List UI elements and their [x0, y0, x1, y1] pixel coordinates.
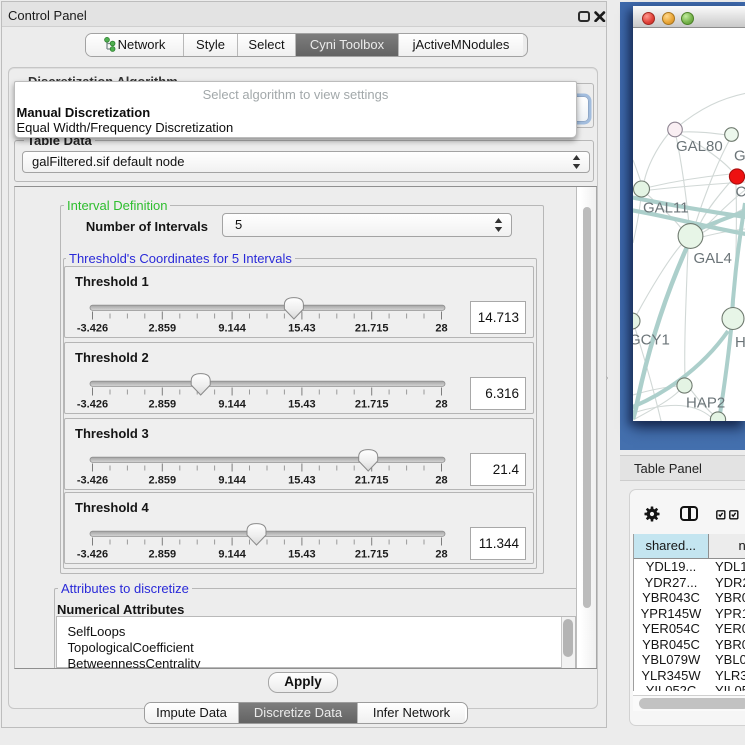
svg-text:-3.426: -3.426 — [77, 549, 108, 561]
svg-text:21.715: 21.715 — [355, 549, 389, 561]
svg-text:28: 28 — [435, 323, 447, 335]
svg-text:28: 28 — [435, 475, 447, 487]
svg-text:-3.426: -3.426 — [77, 475, 108, 487]
svg-text:HAP2: HAP2 — [686, 395, 725, 412]
svg-text:15.43: 15.43 — [288, 399, 316, 411]
svg-text:9.144: 9.144 — [218, 549, 246, 561]
svg-text:GCY1: GCY1 — [633, 332, 670, 349]
svg-text:2.859: 2.859 — [149, 323, 177, 335]
svg-text:-3.426: -3.426 — [77, 323, 108, 335]
svg-text:21.715: 21.715 — [355, 399, 389, 411]
svg-text:GAL4: GAL4 — [694, 250, 732, 267]
svg-text:28: 28 — [435, 399, 447, 411]
svg-text:28: 28 — [435, 549, 447, 561]
svg-text:21.715: 21.715 — [355, 475, 389, 487]
svg-text:15.43: 15.43 — [288, 323, 316, 335]
svg-text:CR: CR — [736, 184, 745, 201]
svg-text:2.859: 2.859 — [149, 475, 177, 487]
svg-text:9.144: 9.144 — [218, 399, 246, 411]
svg-text:2.859: 2.859 — [149, 549, 177, 561]
svg-text:15.43: 15.43 — [288, 549, 316, 561]
svg-text:GA: GA — [734, 148, 745, 165]
svg-text:GAL80: GAL80 — [676, 138, 723, 155]
svg-text:-3.426: -3.426 — [77, 399, 108, 411]
svg-text:9.144: 9.144 — [218, 475, 246, 487]
svg-text:15.43: 15.43 — [288, 475, 316, 487]
svg-text:HT: HT — [735, 334, 745, 351]
svg-text:21.715: 21.715 — [355, 323, 389, 335]
svg-text:2.859: 2.859 — [149, 399, 177, 411]
svg-text:GAL11: GAL11 — [643, 200, 689, 217]
svg-text:9.144: 9.144 — [218, 323, 246, 335]
